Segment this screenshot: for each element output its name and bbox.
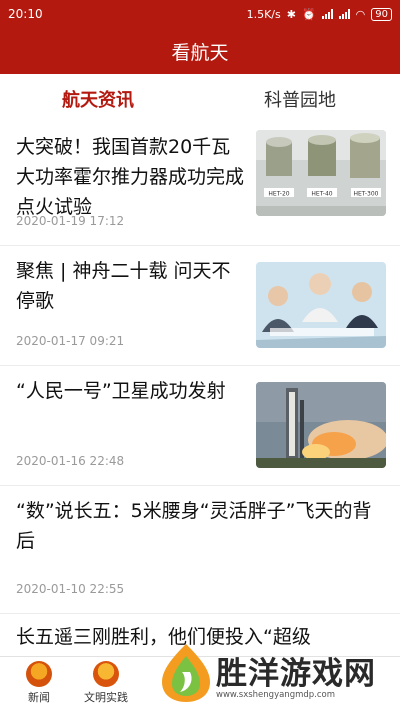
bluetooth-icon: ✱ [286, 7, 296, 21]
nav-news[interactable]: 新闻 [26, 661, 52, 705]
article-title: 长五遥三刚胜利，他们便投入“超级 [16, 626, 311, 648]
tab-popular-science[interactable]: 科普园地 [264, 86, 336, 112]
article-thumbnail: HET-20 HET-40 HET-300 [256, 130, 386, 216]
article-title: “人民一号”卫星成功发射 [16, 380, 226, 402]
civilization-practice-icon [93, 661, 119, 687]
news-icon [26, 661, 52, 687]
article-item[interactable]: “人民一号”卫星成功发射 2020-01-16 22:48 [0, 366, 400, 486]
thumb-label-3: HET-300 [353, 191, 378, 198]
tab-bar: 航天资讯 科普园地 [0, 74, 400, 126]
network-speed: 1.5K/s [246, 7, 281, 21]
article-list: 大突破！我国首款20千瓦大功率霍尔推力器成功完成点火试验 2020-01-19 … [0, 126, 400, 660]
battery-icon: 90 [371, 7, 392, 21]
article-title: 大突破！我国首款20千瓦大功率霍尔推力器成功完成点火试验 [16, 136, 245, 218]
status-time: 20:10 [8, 7, 43, 21]
nav-news-label: 新闻 [28, 691, 50, 704]
bottom-nav: 新闻 文明实践 [0, 656, 400, 711]
tab-aerospace-news[interactable]: 航天资讯 [62, 86, 134, 112]
nav-civilization-practice[interactable]: 文明实践 [84, 661, 128, 705]
status-bar: 20:10 1.5K/s ✱ ⏰ ◠ 90 [0, 0, 400, 28]
rocket-launch-image [256, 382, 386, 468]
article-thumbnail [256, 382, 386, 468]
status-icons: 1.5K/s ✱ ⏰ ◠ 90 [246, 7, 392, 21]
signal-icon [321, 9, 333, 19]
article-item[interactable]: “数”说长五：5米腰身“灵活胖子”飞天的背后 2020-01-10 22:55 [0, 486, 400, 614]
scientists-image [256, 262, 386, 348]
article-thumbnail [256, 262, 386, 348]
article-date: 2020-01-16 22:48 [16, 454, 125, 468]
article-date: 2020-01-17 09:21 [16, 334, 125, 348]
alarm-icon: ⏰ [301, 7, 316, 21]
wifi-icon: ◠ [355, 7, 366, 21]
battery-level: 90 [375, 8, 388, 20]
article-item[interactable]: 聚焦 | 神舟二十载 问天不停歌 2020-01-17 09:21 [0, 246, 400, 366]
article-title: 聚焦 | 神舟二十载 问天不停歌 [16, 260, 231, 312]
article-item[interactable]: 大突破！我国首款20千瓦大功率霍尔推力器成功完成点火试验 2020-01-19 … [0, 126, 400, 246]
article-title: “数”说长五：5米腰身“灵活胖子”飞天的背后 [16, 500, 372, 552]
thruster-image: HET-20 HET-40 HET-300 [256, 130, 386, 216]
article-date: 2020-01-10 22:55 [16, 582, 125, 596]
thumb-label-2: HET-40 [311, 191, 332, 198]
app-bar: 看航天 [0, 28, 400, 74]
nav-civilization-label: 文明实践 [84, 691, 128, 704]
article-date: 2020-01-19 17:12 [16, 214, 125, 228]
signal-icon-2 [338, 9, 350, 19]
thumb-label-1: HET-20 [268, 191, 289, 198]
page-title: 看航天 [171, 41, 229, 64]
article-item[interactable]: 长五遥三刚胜利，他们便投入“超级 [0, 614, 400, 660]
